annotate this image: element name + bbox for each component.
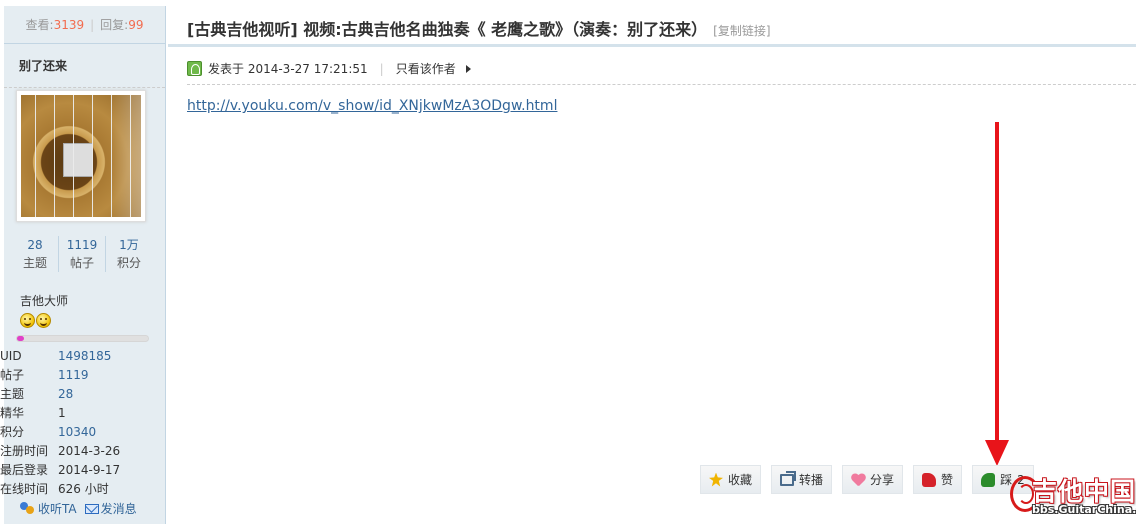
- views-count: 3139: [53, 17, 85, 32]
- info-key: 在线时间: [0, 482, 49, 496]
- watermark-url: bbs.GuitarChina.com: [1032, 503, 1136, 516]
- rank-icons: [20, 313, 51, 328]
- video-link[interactable]: http://v.youku.com/v_show/id_XNjkwMzA3OD…: [187, 98, 557, 114]
- meta-divider: |: [379, 61, 384, 76]
- like-label: 赞: [941, 473, 954, 487]
- info-row-registered: 注册时间 2014-3-26: [0, 441, 160, 460]
- level-progress-bar: [16, 335, 149, 342]
- red-arrow-head: [985, 440, 1009, 466]
- repost-icon: [780, 470, 797, 486]
- favorite-label: 收藏: [728, 473, 753, 487]
- online-status-icon: [187, 61, 202, 76]
- info-value: 626 小时: [58, 482, 109, 496]
- count-credits[interactable]: 1万 积分: [106, 236, 152, 272]
- post-meta: 发表于 2014-3-27 17:21:51 | 只看该作者: [187, 60, 471, 77]
- info-value: 1: [58, 405, 66, 420]
- info-row-posts: 帖子 1119: [0, 365, 160, 384]
- mail-icon: [84, 503, 99, 514]
- author-only-link[interactable]: 只看该作者: [396, 60, 456, 77]
- count-threads[interactable]: 28 主题: [12, 236, 59, 272]
- info-key: 最后登录: [0, 463, 49, 477]
- info-row-threads: 主题 28: [0, 384, 160, 403]
- count-value: 1119: [66, 238, 98, 252]
- count-value: 28: [27, 238, 43, 252]
- site-watermark: 吉他中国 bbs.GuitarChina.com: [1010, 472, 1136, 520]
- star-icon: [709, 472, 723, 487]
- message-button[interactable]: 发消息: [84, 500, 137, 517]
- replies-count: 99: [128, 17, 144, 32]
- info-row-uid: UID 1498185: [0, 346, 160, 365]
- stats-divider: |: [90, 17, 95, 32]
- info-row-credits: 积分 10340: [0, 422, 160, 441]
- title-divider: [168, 44, 1136, 47]
- info-value[interactable]: 1119: [58, 368, 89, 382]
- smiley-icon: [20, 313, 35, 328]
- smiley-icon: [36, 313, 51, 328]
- info-value[interactable]: 28: [58, 387, 73, 401]
- follow-icon: [20, 501, 36, 516]
- post-action-bar: 收藏 转播 分享 赞 踩 2: [700, 465, 1034, 494]
- count-label: 积分: [116, 256, 141, 270]
- user-group[interactable]: 吉他大师: [20, 292, 68, 309]
- author-counts: 28 主题 1119 帖子 1万 积分: [12, 236, 152, 272]
- info-key: 注册时间: [0, 444, 49, 458]
- play-arrow-icon: [465, 64, 471, 73]
- info-key: 主题: [0, 387, 25, 401]
- follow-label: 收听TA: [38, 502, 77, 516]
- thread-stats: 查看: 3139 | 回复: 99: [4, 6, 165, 44]
- red-arrow-shaft: [995, 122, 999, 442]
- thumbs-up-icon: [922, 472, 937, 487]
- info-row-digest: 精华 1: [0, 403, 160, 422]
- repost-button[interactable]: 转播: [771, 465, 833, 494]
- info-row-online-time: 在线时间 626 小时: [0, 479, 160, 498]
- info-value[interactable]: 1498185: [58, 349, 111, 363]
- count-value: 1万: [119, 238, 139, 252]
- thumbs-down-icon: [981, 472, 996, 487]
- author-actions: 收听TA 发消息: [20, 500, 137, 517]
- author-info: UID 1498185 帖子 1119 主题 28 精华 1 积分 10340 注册时间 2…: [0, 346, 160, 498]
- favorite-button[interactable]: 收藏: [700, 465, 762, 494]
- count-posts[interactable]: 1119 帖子: [59, 236, 106, 272]
- info-key: 精华: [0, 406, 25, 420]
- like-button[interactable]: 赞: [913, 465, 963, 494]
- info-key: UID: [0, 348, 22, 363]
- post-time: 发表于 2014-3-27 17:21:51: [208, 62, 368, 76]
- follow-button[interactable]: 收听TA: [20, 500, 77, 517]
- views-label: 查看:: [25, 18, 54, 32]
- share-label: 分享: [870, 473, 895, 487]
- info-value: 2014-3-26: [58, 443, 121, 458]
- count-label: 帖子: [69, 256, 94, 270]
- info-value[interactable]: 10340: [58, 425, 96, 439]
- message-label: 发消息: [100, 502, 137, 516]
- count-label: 主题: [22, 256, 47, 270]
- author-name[interactable]: 别了还来: [4, 44, 165, 88]
- meta-divider-line: [187, 84, 1136, 85]
- replies-label: 回复:: [100, 18, 129, 32]
- avatar[interactable]: [16, 90, 146, 222]
- info-value: 2014-9-17: [58, 462, 121, 477]
- heart-icon: [851, 474, 865, 486]
- share-button[interactable]: 分享: [842, 465, 904, 494]
- thread-title: [古典吉他视听] 视频:古典吉他名曲独奏《 老鹰之歌》（演奏：别了还来）: [187, 20, 708, 39]
- info-key: 帖子: [0, 368, 25, 382]
- repost-label: 转播: [799, 473, 824, 487]
- thread-title-row: [古典吉他视听] 视频:古典吉他名曲独奏《 老鹰之歌》（演奏：别了还来） [复制…: [187, 16, 771, 40]
- info-row-last-login: 最后登录 2014-9-17: [0, 460, 160, 479]
- level-progress-fill: [17, 336, 24, 341]
- avatar-image: [21, 95, 141, 217]
- info-key: 积分: [0, 425, 25, 439]
- copy-link-button[interactable]: [复制链接]: [713, 22, 770, 39]
